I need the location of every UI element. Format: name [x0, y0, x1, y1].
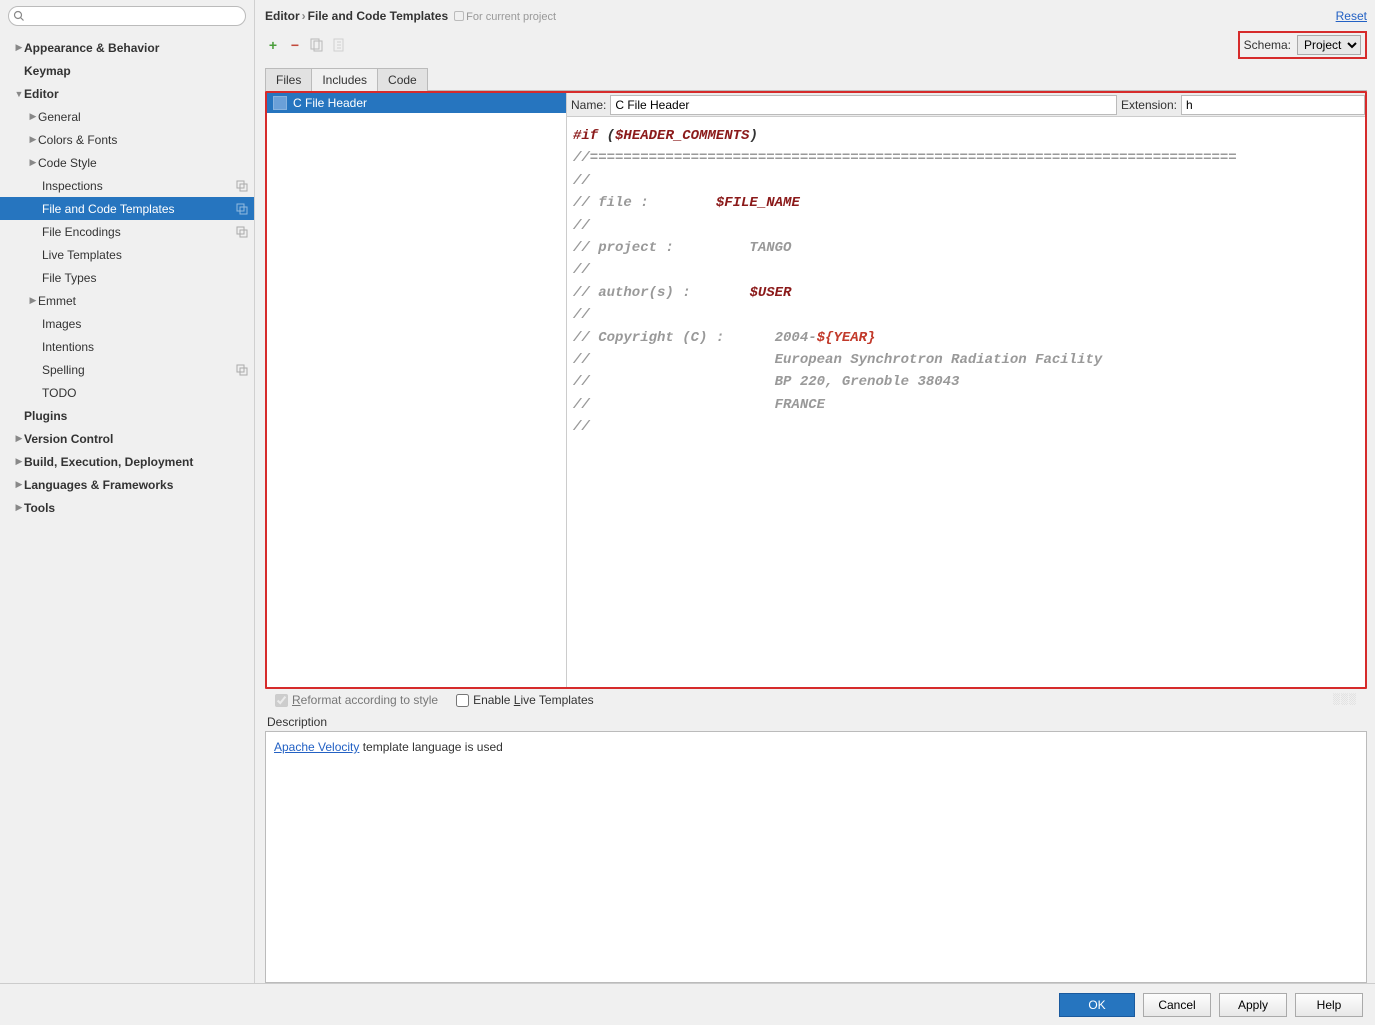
template-code-editor[interactable]: #if ($HEADER_COMMENTS) //===============…: [567, 117, 1365, 687]
include-item-c-file-header[interactable]: C File Header: [267, 93, 566, 113]
editor-pane: Name: Extension: #if ($HEADER_COMMENTS) …: [567, 93, 1365, 687]
remove-button[interactable]: −: [287, 37, 303, 53]
tree-file-encodings[interactable]: File Encodings: [0, 220, 254, 243]
template-tabs: Files Includes Code: [265, 62, 1367, 90]
tab-code[interactable]: Code: [377, 68, 428, 91]
description-label: Description: [265, 709, 1367, 731]
description-text: template language is used: [359, 740, 502, 754]
tree-plugins[interactable]: Plugins: [0, 404, 254, 427]
editor-options-row: Reformat according to style Enable Live …: [265, 689, 1367, 709]
tree-file-types[interactable]: File Types: [0, 266, 254, 289]
tree-spelling[interactable]: Spelling: [0, 358, 254, 381]
breadcrumb-row: Editor›File and Code Templates For curre…: [265, 0, 1367, 32]
copy-button[interactable]: [309, 37, 325, 53]
tree-images[interactable]: Images: [0, 312, 254, 335]
tree-version-control[interactable]: ▶Version Control: [0, 427, 254, 450]
file-icon: [273, 96, 287, 110]
tree-live-templates[interactable]: Live Templates: [0, 243, 254, 266]
tab-files[interactable]: Files: [265, 68, 312, 91]
reset-link[interactable]: Reset: [1336, 9, 1367, 23]
templates-toolbar: + − Schema: Project: [265, 32, 1367, 58]
tree-languages[interactable]: ▶Languages & Frameworks: [0, 473, 254, 496]
scope-note: For current project: [454, 10, 556, 23]
add-button[interactable]: +: [265, 37, 281, 53]
tree-general[interactable]: ▶General: [0, 105, 254, 128]
scope-icon: [236, 203, 248, 215]
help-button[interactable]: Help: [1295, 993, 1363, 1017]
settings-search-input[interactable]: [8, 6, 246, 26]
content-pane: Editor›File and Code Templates For curre…: [255, 0, 1375, 983]
tab-includes[interactable]: Includes: [311, 68, 378, 91]
tree-todo[interactable]: TODO: [0, 381, 254, 404]
schema-label: Schema:: [1244, 38, 1291, 52]
cancel-button[interactable]: Cancel: [1143, 993, 1211, 1017]
name-label: Name:: [567, 98, 610, 112]
ok-button[interactable]: OK: [1059, 993, 1135, 1017]
settings-tree: ▶Appearance & Behavior Keymap ▼Editor ▶G…: [0, 32, 254, 983]
live-templates-checkbox-label[interactable]: Enable Live Templates: [456, 693, 594, 707]
tree-intentions[interactable]: Intentions: [0, 335, 254, 358]
tree-appearance-behavior[interactable]: ▶Appearance & Behavior: [0, 36, 254, 59]
resize-gripper[interactable]: ░░░: [1333, 694, 1357, 705]
apply-button[interactable]: Apply: [1219, 993, 1287, 1017]
schema-dropdown[interactable]: Project: [1297, 35, 1361, 55]
breadcrumb: Editor›File and Code Templates: [265, 9, 448, 23]
include-item-label: C File Header: [293, 96, 367, 110]
extension-label: Extension:: [1117, 98, 1181, 112]
scope-icon: [236, 364, 248, 376]
live-templates-checkbox[interactable]: [456, 694, 469, 707]
tree-file-code-templates[interactable]: File and Code Templates: [0, 197, 254, 220]
tree-keymap[interactable]: Keymap: [0, 59, 254, 82]
tree-build[interactable]: ▶Build, Execution, Deployment: [0, 450, 254, 473]
includes-list[interactable]: C File Header: [267, 93, 567, 687]
reformat-checkbox-label[interactable]: Reformat according to style: [275, 693, 438, 707]
tree-colors-fonts[interactable]: ▶Colors & Fonts: [0, 128, 254, 151]
tree-emmet[interactable]: ▶Emmet: [0, 289, 254, 312]
template-extension-input[interactable]: [1181, 95, 1365, 115]
editor-highlight-box: C File Header Name: Extension: #if ($HEA…: [265, 91, 1367, 689]
scope-icon: [236, 180, 248, 192]
dialog-footer: OK Cancel Apply Help: [0, 983, 1375, 1025]
tree-code-style[interactable]: ▶Code Style: [0, 151, 254, 174]
reformat-checkbox: [275, 694, 288, 707]
schema-selector-highlight: Schema: Project: [1238, 31, 1367, 59]
scope-icon: [236, 226, 248, 238]
template-name-row: Name: Extension:: [567, 93, 1365, 117]
template-name-input[interactable]: [610, 95, 1117, 115]
reset-template-button[interactable]: [331, 37, 347, 53]
tree-tools[interactable]: ▶Tools: [0, 496, 254, 519]
settings-sidebar: ▶Appearance & Behavior Keymap ▼Editor ▶G…: [0, 0, 255, 983]
tree-inspections[interactable]: Inspections: [0, 174, 254, 197]
description-box: Apache Velocity template language is use…: [265, 731, 1367, 983]
apache-velocity-link[interactable]: Apache Velocity: [274, 740, 359, 754]
tree-editor[interactable]: ▼Editor: [0, 82, 254, 105]
